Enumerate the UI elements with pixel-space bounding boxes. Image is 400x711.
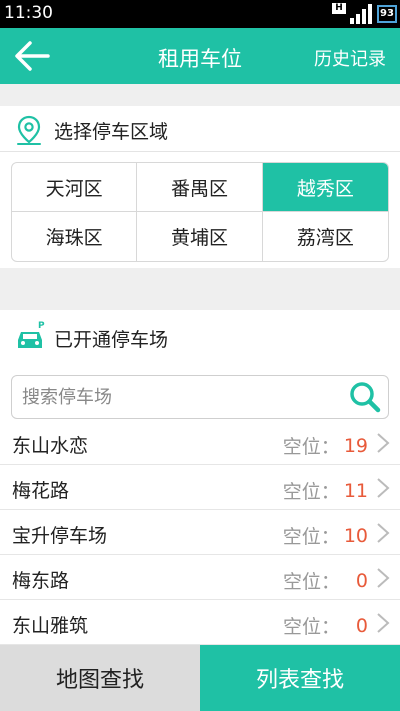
battery-icon: 93	[377, 5, 397, 23]
vacancy-label: 空位：	[282, 571, 340, 593]
district-haizhu[interactable]: 海珠区	[12, 212, 138, 261]
vacancy-count: 0	[355, 569, 368, 592]
district-grid: 天河区 番禺区 越秀区 海珠区 黄埔区 荔湾区	[11, 162, 389, 262]
svg-text:P: P	[38, 321, 45, 331]
tab-list-search[interactable]: 列表查找	[200, 645, 400, 711]
search-input[interactable]	[22, 384, 342, 410]
tab-map-search[interactable]: 地图查找	[0, 645, 200, 711]
parking-car-icon: P	[18, 321, 45, 348]
district-huangpu[interactable]: 黄埔区	[137, 212, 263, 261]
bottom-tab-bar: 地图查找 列表查找	[0, 645, 400, 711]
chevron-right-icon	[377, 433, 390, 453]
lot-item[interactable]: 梅花路 空位： 11	[0, 465, 400, 510]
chevron-right-icon	[377, 568, 390, 588]
lot-item[interactable]: 东山雅筑 空位： 0	[0, 600, 400, 645]
vacancy-count: 11	[343, 479, 368, 502]
search-icon	[350, 382, 381, 413]
network-type-icon: H	[332, 3, 346, 14]
lot-name: 梅东路	[12, 570, 70, 592]
history-button[interactable]: 历史记录	[314, 45, 386, 71]
lot-name: 宝升停车场	[12, 525, 108, 547]
signal-icon	[350, 4, 374, 24]
vacancy-label: 空位：	[282, 526, 340, 548]
district-liwan[interactable]: 荔湾区	[263, 212, 388, 261]
status-time: 11:30	[4, 3, 53, 23]
lot-name: 梅花路	[12, 480, 70, 502]
status-bar: 11:30 H 93	[0, 0, 400, 28]
district-section-title: 选择停车区域	[54, 121, 169, 143]
vacancy-count: 10	[343, 524, 368, 547]
vacancy-count: 0	[355, 614, 368, 637]
chevron-right-icon	[377, 478, 390, 498]
chevron-right-icon	[377, 523, 390, 543]
district-panyu[interactable]: 番禺区	[137, 163, 263, 212]
location-pin-icon	[17, 115, 41, 145]
lot-name: 东山雅筑	[12, 615, 89, 637]
vacancy-count: 19	[343, 434, 368, 457]
chevron-right-icon	[377, 613, 390, 633]
lot-item[interactable]: 梅东路 空位： 0	[0, 555, 400, 600]
search-button[interactable]	[348, 380, 382, 414]
search-box	[11, 375, 389, 419]
title-bar: 租用车位 历史记录	[0, 28, 400, 84]
lot-item[interactable]: 东山水恋 空位： 19	[0, 420, 400, 465]
lots-section-title: 已开通停车场	[54, 329, 169, 351]
vacancy-label: 空位：	[282, 481, 340, 503]
vacancy-label: 空位：	[282, 616, 340, 638]
lot-list: 东山水恋 空位： 19 梅花路 空位： 11 宝升停车场 空位： 10 梅东路 …	[0, 420, 400, 645]
lot-name: 东山水恋	[12, 435, 89, 457]
district-yuexiu[interactable]: 越秀区	[262, 163, 388, 212]
district-tianhe[interactable]: 天河区	[12, 163, 138, 212]
vacancy-label: 空位：	[282, 436, 340, 458]
lot-item[interactable]: 宝升停车场 空位： 10	[0, 510, 400, 555]
